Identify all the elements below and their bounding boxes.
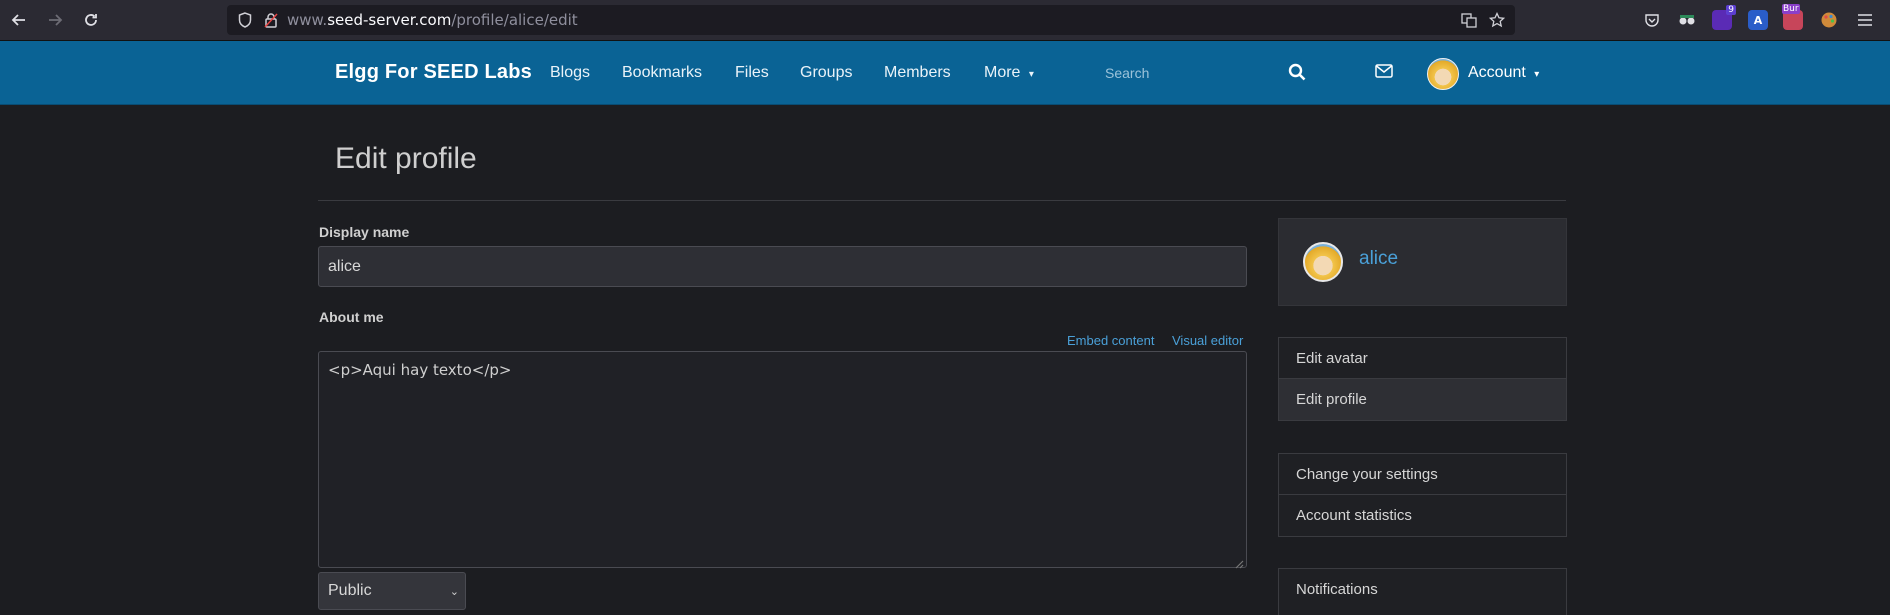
site-header: Elgg For SEED Labs Blogs Bookmarks Files… [0, 41, 1890, 105]
nav-files[interactable]: Files [735, 64, 769, 82]
notifications-menu: Notifications [1278, 568, 1567, 615]
owner-avatar[interactable] [1303, 242, 1343, 282]
search-box[interactable] [1095, 56, 1305, 90]
spy-extension-icon[interactable] [1677, 10, 1697, 30]
account-label: Account [1468, 64, 1526, 81]
translate-extension-icon[interactable]: A [1748, 10, 1768, 30]
owner-name-link[interactable]: alice [1359, 248, 1398, 270]
back-icon[interactable] [7, 8, 31, 32]
menu-item-notifications[interactable]: Notifications [1279, 569, 1566, 610]
visual-editor-link[interactable]: Visual editor [1172, 333, 1243, 348]
display-name-label: Display name [319, 224, 410, 240]
envelope-icon[interactable] [1375, 63, 1395, 81]
display-name-field[interactable] [318, 246, 1247, 287]
site-brand[interactable]: Elgg For SEED Labs [335, 61, 532, 84]
menu-item-edit-avatar[interactable]: Edit avatar [1279, 338, 1566, 379]
profile-menu: Edit avatar Edit profile [1278, 337, 1567, 421]
nav-members[interactable]: Members [884, 64, 951, 82]
owner-block: alice [1278, 218, 1567, 306]
menu-item-change-settings[interactable]: Change your settings [1279, 454, 1566, 495]
url-text[interactable]: www.seed-server.com/profile/alice/edit [287, 11, 578, 29]
about-me-textarea[interactable]: <p>Aqui hay texto</p> [318, 351, 1247, 568]
burp-badge: Bur [1782, 4, 1800, 14]
burp-extension-icon[interactable]: Bur [1782, 4, 1803, 30]
url-host: seed-server.com [327, 11, 452, 29]
user-avatar[interactable] [1427, 58, 1459, 90]
chevron-down-icon: ▾ [1028, 69, 1034, 80]
nav-blogs[interactable]: Blogs [550, 64, 590, 82]
chevron-down-icon: ▾ [1534, 69, 1540, 80]
shield-icon[interactable] [237, 12, 253, 28]
access-level-select[interactable]: Public ⌄ [318, 572, 466, 610]
access-level-value: Public [328, 582, 372, 599]
nav-groups[interactable]: Groups [800, 64, 852, 82]
nav-bookmarks[interactable]: Bookmarks [622, 64, 702, 82]
reload-icon[interactable] [79, 8, 103, 32]
hamburger-menu-icon[interactable] [1855, 10, 1875, 30]
title-divider [318, 200, 1566, 201]
purple-extension-icon[interactable]: 9 [1712, 5, 1736, 30]
embed-content-link[interactable]: Embed content [1067, 333, 1154, 348]
browser-toolbar: www.seed-server.com/profile/alice/edit 9… [0, 0, 1890, 41]
address-bar[interactable]: www.seed-server.com/profile/alice/edit [227, 5, 1515, 35]
settings-menu: Change your settings Account statistics [1278, 453, 1567, 537]
palette-extension-icon[interactable] [1819, 10, 1839, 30]
forward-icon[interactable] [43, 8, 67, 32]
menu-item-account-statistics[interactable]: Account statistics [1279, 495, 1566, 536]
menu-item-edit-profile[interactable]: Edit profile [1279, 379, 1566, 420]
resize-grip-icon[interactable] [1233, 554, 1244, 569]
pocket-icon[interactable] [1642, 10, 1662, 30]
extension-badge: 9 [1726, 5, 1736, 15]
url-path: /profile/alice/edit [451, 11, 578, 29]
nav-more[interactable]: More ▾ [984, 64, 1034, 82]
search-icon[interactable] [1288, 63, 1308, 83]
about-me-label: About me [319, 309, 384, 325]
url-prefix: www. [287, 11, 328, 29]
page-title: Edit profile [335, 142, 477, 175]
bookmark-star-icon[interactable] [1489, 12, 1505, 28]
account-menu[interactable]: Account ▾ [1468, 64, 1539, 82]
chevron-down-icon: ⌄ [449, 586, 459, 598]
search-input[interactable] [1095, 56, 1305, 90]
insecure-lock-icon[interactable] [263, 12, 279, 28]
translate-icon[interactable] [1461, 12, 1477, 28]
nav-more-label: More [984, 64, 1021, 81]
